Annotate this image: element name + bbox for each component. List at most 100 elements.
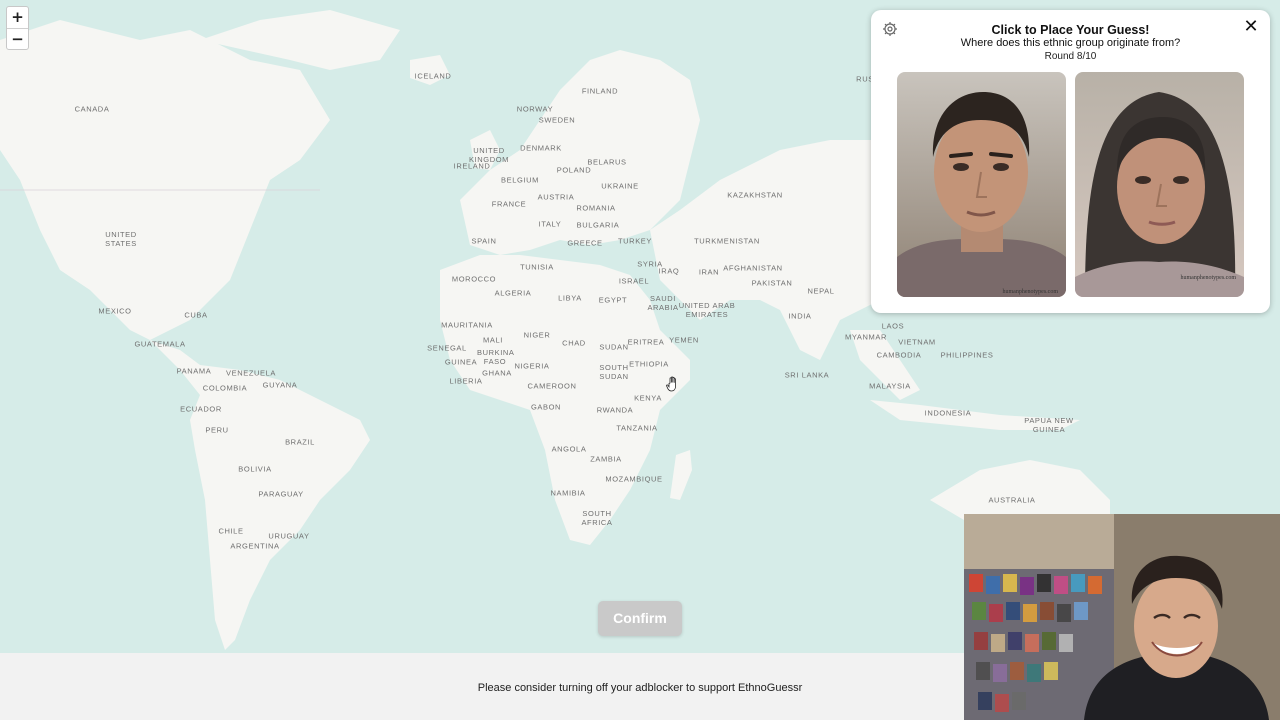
map-label: MAURITANIA (441, 320, 493, 330)
map-label: MALI (483, 335, 503, 345)
map-label: ALGERIA (494, 288, 532, 298)
map-label: SWEDEN (538, 115, 576, 125)
map-label: NAMIBIA (550, 488, 586, 498)
map-label: RWANDA (596, 405, 634, 415)
map-label: ARGENTINA (230, 541, 280, 551)
map-label: PANAMA (176, 366, 212, 376)
map-label: IRAN (698, 267, 720, 277)
map-label: PARAGUAY (258, 489, 304, 499)
map-label: GUYANA (262, 380, 298, 390)
map-label: GABON (530, 402, 562, 412)
round-counter: Round 8/10 (1044, 51, 1097, 62)
map-label: YEMEN (669, 335, 699, 345)
map-label: MOROCCO (451, 274, 497, 284)
map-label: SOUTH AFRICA (581, 509, 613, 527)
map-label: URUGUAY (268, 531, 310, 541)
map-label: FINLAND (581, 86, 619, 96)
map-label: MEXICO (98, 306, 132, 316)
male-face-image: humanphenotypes.com (897, 72, 1066, 297)
map-label: BELARUS (587, 157, 627, 167)
map-label: ROMANIA (576, 203, 616, 213)
map-label: PAKISTAN (751, 278, 793, 288)
zoom-in-button[interactable]: + (7, 7, 28, 28)
map-label: MOZAMBIQUE (605, 474, 663, 484)
map-label: PERU (205, 425, 229, 435)
map-label: GHANA (482, 368, 512, 378)
map-label: ICELAND (414, 71, 452, 81)
female-face-image: humanphenotypes.com (1075, 72, 1244, 297)
map-label: UKRAINE (601, 181, 639, 191)
map-label: EGYPT (598, 295, 628, 305)
map-label: VIETNAM (898, 337, 936, 347)
map-label: SENEGAL (427, 343, 467, 353)
map-label: BOLIVIA (238, 464, 272, 474)
map-label: BELGIUM (501, 175, 539, 185)
map-label: SPAIN (471, 236, 497, 246)
map-label: PHILIPPINES (940, 350, 994, 360)
map-label: VENEZUELA (226, 368, 276, 378)
map-label: NORWAY (516, 104, 554, 114)
map-label: LIBYA (558, 293, 582, 303)
map-label: ITALY (538, 219, 562, 229)
map-label: ECUADOR (180, 404, 222, 414)
map-label: LAOS (881, 321, 905, 331)
map-label: NIGERIA (514, 361, 550, 371)
map-label: CUBA (184, 310, 208, 320)
map-label: INDIA (788, 311, 812, 321)
map-label: FRANCE (491, 199, 527, 209)
image-credit: humanphenotypes.com (1180, 275, 1237, 281)
map-label: UNITED ARAB EMIRATES (678, 301, 736, 319)
map-label: MALAYSIA (869, 381, 911, 391)
map-label: TANZANIA (616, 423, 658, 433)
map-label: IRAQ (658, 266, 680, 276)
map-label: CHAD (562, 338, 586, 348)
hand-cursor-icon (666, 376, 676, 392)
map-label: AFGHANISTAN (723, 263, 783, 273)
zoom-out-button[interactable]: − (7, 28, 28, 49)
guess-panel: ✕ Click to Place Your Guess! Where does … (871, 10, 1270, 313)
map-label: CAMBODIA (876, 350, 922, 360)
map-label: TURKEY (617, 236, 653, 246)
map-label: ZAMBIA (590, 454, 622, 464)
map-label: BURKINA FASO (477, 348, 515, 366)
map-label: TURKMENISTAN (694, 236, 760, 246)
map-label: CHILE (218, 526, 244, 536)
map-label: ERITREA (627, 337, 665, 347)
map-label: POLAND (556, 165, 592, 175)
map-label: ETHIOPIA (629, 359, 669, 369)
map-label: GREECE (567, 238, 603, 248)
map-label: SRI LANKA (784, 370, 830, 380)
map-label: ISRAEL (618, 276, 650, 286)
map-label: AUSTRIA (537, 192, 575, 202)
map-label: CANADA (74, 104, 110, 114)
map-label: AUSTRALIA (988, 495, 1036, 505)
map-label: IRELAND (453, 161, 491, 171)
map-label: BULGARIA (576, 220, 620, 230)
map-label: CAMEROON (527, 381, 577, 391)
map-label: PAPUA NEW GUINEA (1024, 416, 1074, 434)
zoom-control: + − (6, 6, 29, 50)
map-label: SOUTH SUDAN (599, 363, 629, 381)
map-label: ANGOLA (551, 444, 587, 454)
map-label: TUNISIA (520, 262, 554, 272)
map-label: UNITED STATES (105, 230, 137, 248)
map-label: SUDAN (599, 342, 629, 352)
map-label: DENMARK (520, 143, 562, 153)
map-label: KENYA (634, 393, 662, 403)
map-label: NEPAL (807, 286, 835, 296)
map-label: INDONESIA (924, 408, 972, 418)
map-label: SAUDI ARABIA (647, 294, 679, 312)
map-label: MYANMAR (845, 332, 887, 342)
map-label: KAZAKHSTAN (727, 190, 783, 200)
confirm-button[interactable]: Confirm (598, 601, 682, 636)
map-label: BRAZIL (285, 437, 315, 447)
webcam-overlay (964, 514, 1280, 720)
image-credit: humanphenotypes.com (1002, 289, 1059, 295)
panel-title: Click to Place Your Guess! (991, 23, 1150, 37)
map-label: GUATEMALA (134, 339, 186, 349)
map-label: LIBERIA (449, 376, 483, 386)
map-label: GUINEA (444, 357, 478, 367)
map-label: COLOMBIA (202, 383, 248, 393)
map-label: NIGER (523, 330, 551, 340)
panel-subtitle: Where does this ethnic group originate f… (960, 37, 1181, 49)
